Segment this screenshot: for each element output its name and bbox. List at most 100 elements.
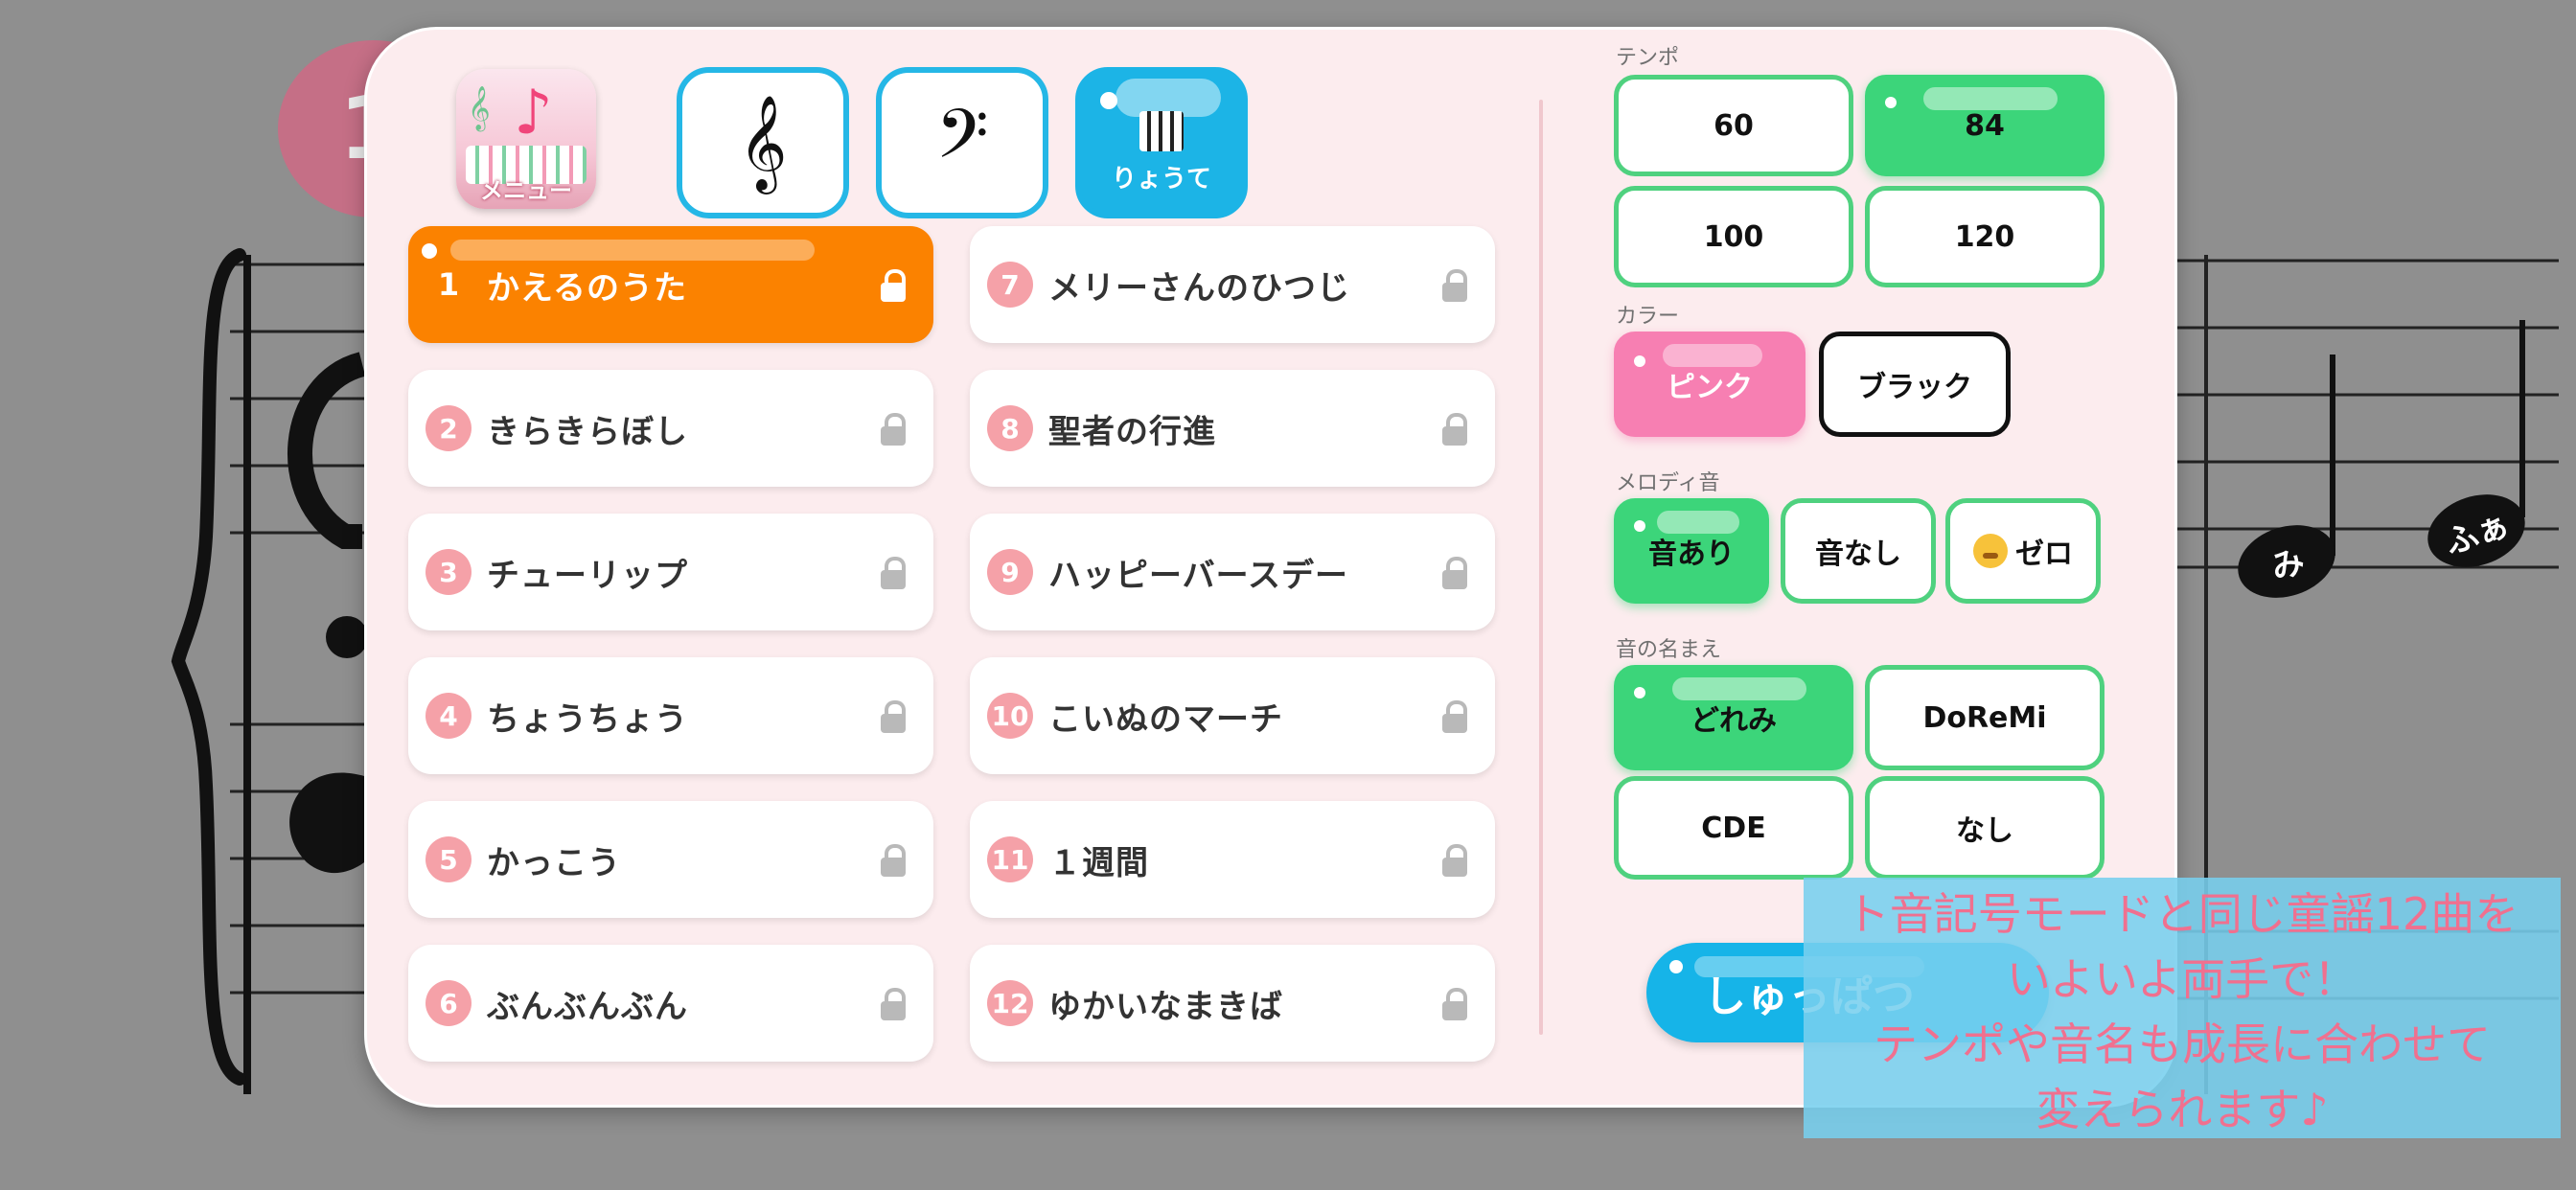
- both-hands-label: りょうて: [1111, 164, 1211, 194]
- both-hands-mode-button[interactable]: りょうて: [1075, 67, 1248, 218]
- button-highlight-dot: [422, 243, 437, 259]
- option-label: ピンク: [1667, 371, 1753, 404]
- song-title: かえるのうた: [487, 268, 687, 308]
- menu-app-icon[interactable]: 𝄞 ♪ メニュー: [456, 69, 596, 209]
- treble-clef-icon: 𝄞: [468, 86, 491, 130]
- button-gloss: [450, 240, 815, 261]
- song-title: こいぬのマーチ: [1048, 699, 1283, 739]
- tempo-option-84[interactable]: 84: [1865, 75, 2104, 176]
- note-names-section-label: 音の名まえ: [1616, 638, 1722, 662]
- option-label: DoReMi: [1922, 700, 2047, 735]
- song-title: チューリップ: [487, 556, 688, 595]
- lock-icon: [1436, 984, 1474, 1022]
- song-number-badge: 3: [426, 549, 472, 595]
- song-title: かっこう: [487, 843, 621, 882]
- panel-divider: [1539, 100, 1543, 1035]
- caption-line: ト音記号モードと同じ童謡12曲を: [1845, 888, 2519, 940]
- lock-icon: [1436, 553, 1474, 591]
- color-option-black[interactable]: ブラック: [1819, 332, 2011, 437]
- promo-caption: ト音記号モードと同じ童謡12曲を いよいよ両手で！ テンポや音名も成長に合わせて…: [1804, 878, 2561, 1138]
- song-item-9[interactable]: 9 ハッピーバースデー: [970, 514, 1495, 630]
- lock-icon: [1436, 265, 1474, 304]
- song-number-badge: 4: [426, 693, 472, 739]
- button-highlight-dot: [1634, 520, 1645, 532]
- song-item-1[interactable]: 1 かえるのうた: [408, 226, 933, 343]
- song-title: 聖者の行進: [1048, 412, 1216, 451]
- menu-label: メニュー: [480, 177, 572, 204]
- bass-clef-mode-button[interactable]: 𝄢: [876, 67, 1048, 218]
- caption-line: いよいよ両手で！: [2006, 953, 2358, 1005]
- option-label: 84: [1965, 108, 2005, 143]
- note-names-option-doremi-latin[interactable]: DoReMi: [1865, 665, 2104, 770]
- song-number-badge: 7: [987, 262, 1033, 308]
- melody-option-on[interactable]: 音あり: [1614, 498, 1769, 604]
- song-title: きらきらぼし: [487, 412, 688, 451]
- song-item-6[interactable]: 6 ぶんぶんぶん: [408, 945, 933, 1062]
- melody-section-label: メロディ音: [1616, 471, 1720, 495]
- note-names-option-none[interactable]: なし: [1865, 776, 2104, 880]
- song-number-badge: 11: [987, 836, 1033, 882]
- lock-icon: [874, 697, 912, 735]
- song-item-4[interactable]: 4 ちょうちょう: [408, 657, 933, 774]
- song-number-badge: 5: [426, 836, 472, 882]
- tempo-section-label: テンポ: [1616, 46, 1680, 70]
- lock-icon: [874, 265, 912, 304]
- option-label: 100: [1703, 219, 1764, 254]
- song-number-badge: 2: [426, 405, 472, 451]
- option-label: 音あり: [1648, 538, 1735, 571]
- song-title: ゆかいなまきば: [1048, 987, 1283, 1026]
- song-title: １週間: [1048, 843, 1149, 882]
- lock-icon: [1436, 409, 1474, 447]
- song-number-badge: 12: [987, 980, 1033, 1026]
- tempo-option-120[interactable]: 120: [1865, 186, 2104, 287]
- song-item-7[interactable]: 7 メリーさんのひつじ: [970, 226, 1495, 343]
- song-item-3[interactable]: 3 チューリップ: [408, 514, 933, 630]
- song-item-5[interactable]: 5 かっこう: [408, 801, 933, 918]
- bass-clef-icon: 𝄢: [935, 95, 989, 191]
- option-label: CDE: [1701, 811, 1766, 845]
- option-label: ブラック: [1857, 371, 1972, 404]
- tempo-option-60[interactable]: 60: [1614, 75, 1853, 176]
- option-label: ゼロ: [2015, 538, 2073, 571]
- caption-line: 変えられます♪: [2036, 1084, 2329, 1135]
- song-item-2[interactable]: 2 きらきらぼし: [408, 370, 933, 487]
- song-title: ハッピーバースデー: [1048, 556, 1348, 595]
- lock-icon: [874, 409, 912, 447]
- song-number-badge: 9: [987, 549, 1033, 595]
- melody-option-off[interactable]: 音なし: [1781, 498, 1936, 604]
- tempo-option-100[interactable]: 100: [1614, 186, 1853, 287]
- lock-icon: [874, 984, 912, 1022]
- button-gloss: [1923, 87, 2058, 110]
- music-note-icon: ♪: [514, 78, 553, 149]
- song-item-10[interactable]: 10 こいぬのマーチ: [970, 657, 1495, 774]
- button-highlight-dot: [1634, 687, 1645, 698]
- note-names-option-doremi-kana[interactable]: どれみ: [1614, 665, 1853, 770]
- option-label: 120: [1954, 219, 2015, 254]
- song-title: ぶんぶんぶん: [487, 987, 688, 1026]
- song-number-badge: 10: [987, 693, 1033, 739]
- option-label: どれみ: [1690, 704, 1777, 738]
- song-number-badge: 6: [426, 980, 472, 1026]
- option-label: なし: [1956, 814, 2013, 848]
- color-section-label: カラー: [1616, 305, 1680, 329]
- button-highlight-dot: [1634, 355, 1645, 367]
- melody-option-zero[interactable]: ゼロ: [1945, 498, 2101, 604]
- treble-clef-icon: 𝄞: [738, 95, 788, 191]
- song-item-12[interactable]: 12 ゆかいなまきば: [970, 945, 1495, 1062]
- song-item-8[interactable]: 8 聖者の行進: [970, 370, 1495, 487]
- lock-icon: [1436, 840, 1474, 879]
- lock-icon: [874, 553, 912, 591]
- lock-icon: [874, 840, 912, 879]
- treble-clef-mode-button[interactable]: 𝄞: [677, 67, 849, 218]
- song-title: メリーさんのひつじ: [1048, 268, 1350, 308]
- lock-icon: [1436, 697, 1474, 735]
- song-title: ちょうちょう: [487, 699, 688, 739]
- shushing-face-icon: [1973, 534, 2008, 568]
- button-highlight-dot: [1885, 97, 1897, 108]
- color-option-pink[interactable]: ピンク: [1614, 332, 1806, 437]
- note-names-option-cde[interactable]: CDE: [1614, 776, 1853, 880]
- song-number-badge: 1: [437, 266, 460, 303]
- button-highlight-dot: [1100, 92, 1117, 109]
- option-label: 音なし: [1815, 538, 1901, 571]
- song-item-11[interactable]: 11 １週間: [970, 801, 1495, 918]
